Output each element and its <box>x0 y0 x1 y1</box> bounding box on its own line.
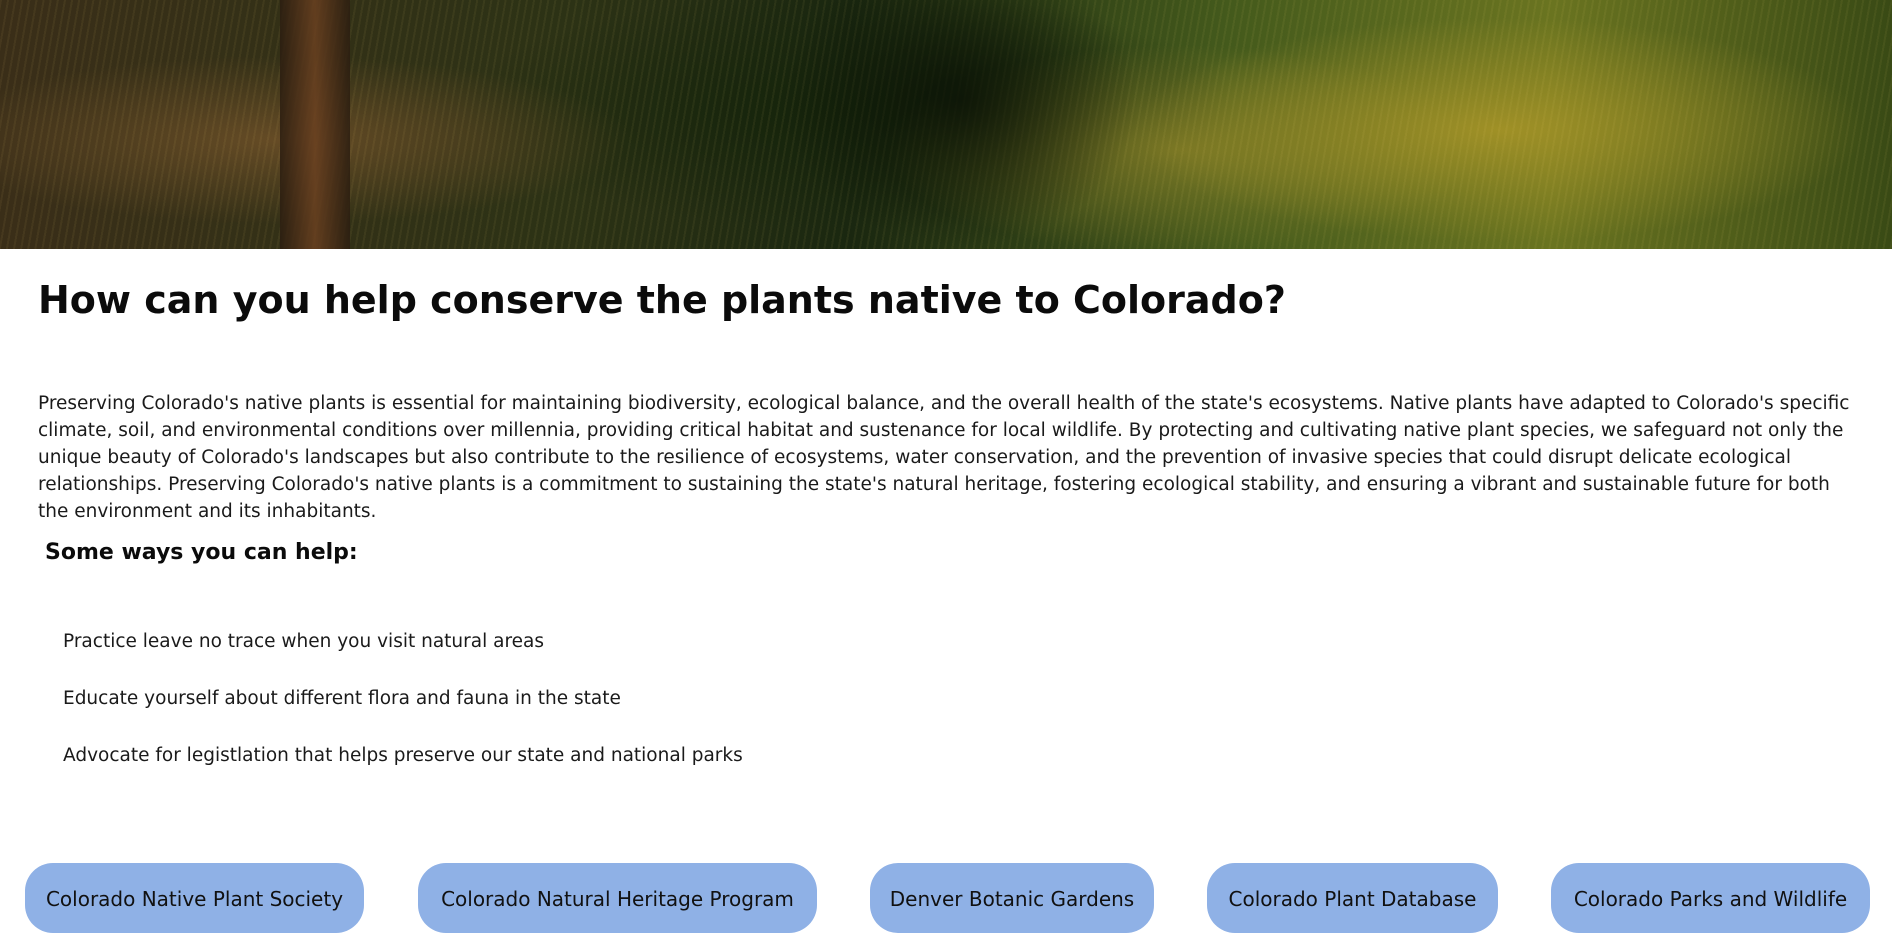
colorado-plant-database-link[interactable]: Colorado Plant Database <box>1207 863 1498 933</box>
colorado-native-plant-society-link[interactable]: Colorado Native Plant Society <box>25 863 364 933</box>
help-list: Practice leave no trace when you visit n… <box>63 628 743 799</box>
hero-image <box>0 0 1892 249</box>
help-item: Educate yourself about different flora a… <box>63 688 621 709</box>
page-title: How can you help conserve the plants nat… <box>38 278 1286 322</box>
intro-paragraph: Preserving Colorado's native plants is e… <box>38 393 1850 522</box>
help-item: Advocate for legistlation that helps pre… <box>63 745 743 766</box>
tree-trunk <box>280 0 350 249</box>
denver-botanic-gardens-link[interactable]: Denver Botanic Gardens <box>870 863 1154 933</box>
colorado-natural-heritage-program-link[interactable]: Colorado Natural Heritage Program <box>418 863 817 933</box>
colorado-parks-and-wildlife-link[interactable]: Colorado Parks and Wildlife <box>1551 863 1870 933</box>
resource-links: Colorado Native Plant Society Colorado N… <box>0 863 1892 933</box>
tree-shadow <box>780 0 1140 249</box>
help-subtitle: Some ways you can help: <box>45 540 358 565</box>
help-item: Practice leave no trace when you visit n… <box>63 631 545 652</box>
